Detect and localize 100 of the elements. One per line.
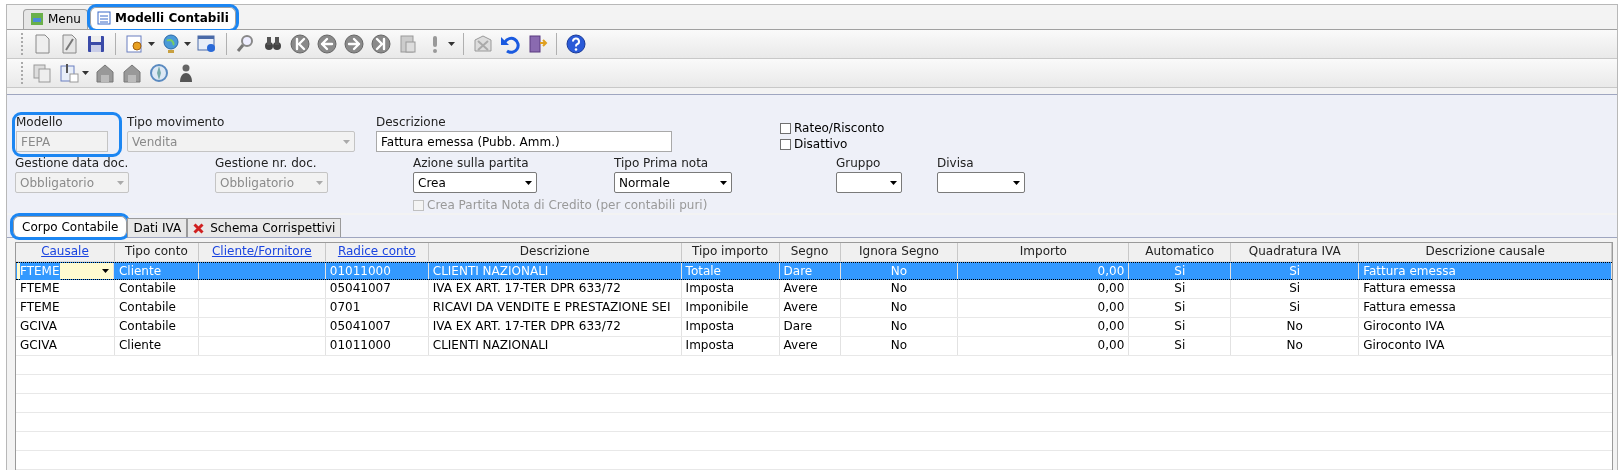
table-cell: 0701 [329,300,361,314]
attachment-icon[interactable] [58,62,80,84]
compass-icon[interactable] [148,62,170,84]
table-cell: 05041007 [329,319,391,333]
column-header[interactable]: Tipo conto [125,244,188,258]
table-cell: Fattura emessa [1363,264,1456,278]
caret-icon[interactable] [525,180,532,185]
table-cell: 05041007 [329,281,391,295]
checkbox-label: Crea Partita Nota di Credito (per contabili puri) [427,197,708,214]
table-cell: Imposta [685,338,735,352]
table-cell: Si [1174,319,1186,333]
dropdown[interactable] [836,172,902,194]
caret-icon[interactable] [1013,180,1020,185]
table-cell: Si [1289,281,1301,295]
dropdown[interactable]: Crea [413,172,537,194]
table-cell: GCIVA [20,319,57,333]
document-tab[interactable]: Menu [23,8,88,29]
table-cell: 0,00 [1097,264,1125,278]
caret-icon[interactable] [890,180,897,185]
first-icon[interactable] [289,32,311,55]
field-label: Divisa [937,156,975,172]
globe-icon[interactable] [160,32,182,55]
table-cell: Si [1174,338,1186,352]
table-cell: Avere [783,338,818,352]
table-cell: Contabile [118,300,176,314]
dropdown[interactable]: Normale [614,172,732,194]
error-icon [193,222,205,234]
table-cell: No [890,300,908,314]
column-header[interactable]: Segno [790,244,829,258]
table-cell: Dare [783,319,813,333]
dropdown[interactable] [937,172,1025,194]
table-cell: 01011000 [329,264,391,278]
table-row[interactable]: GCIVA Contabile 05041007 IVA EX ART. 17-TER DPR 633/72 Imposta Dare No 0,00 Si No Giroconto IVA [16,318,1612,337]
column-header[interactable]: Descrizione [519,244,590,258]
table-cell: FTEME [20,300,60,314]
building-icon[interactable] [94,62,116,84]
table-cell: Giroconto IVA [1363,319,1445,333]
checkbox-label: Disattivo [794,136,848,153]
table-cell: Avere [783,300,818,314]
table-cell: 0,00 [1097,319,1125,333]
table-cell: Si [1289,264,1301,278]
table-cell: 0,00 [1097,338,1125,352]
field-label: Gestione data doc. [15,156,130,172]
table-cell: Totale [685,264,721,278]
table-cell: Si [1289,300,1301,314]
caret-icon[interactable] [148,41,155,46]
section-tab[interactable]: Corpo Contabile [13,216,128,237]
table-cell: IVA EX ART. 17-TER DPR 633/72 [432,319,621,333]
section-tab[interactable]: Dati IVA [127,218,188,237]
table-cell: Contabile [118,281,176,295]
field-label: Azione sulla partita [413,156,530,172]
column-header-link[interactable]: Radice conto [337,244,416,258]
table-cell: Avere [783,281,818,295]
checkbox-label: Rateo/Risconto [794,120,885,137]
caret-icon[interactable] [101,269,109,273]
column-header[interactable]: Tipo importo [692,244,769,258]
table-cell: CLIENTI NAZIONALI [432,264,549,278]
previous-icon[interactable] [316,32,338,55]
field-label: Tipo movimento [127,115,226,131]
table-row[interactable]: GCIVA Cliente 01011000 CLIENTI NAZIONALI Imposta Avere No 0,00 Si No Giroconto IVA [16,337,1612,356]
table-row[interactable]: FTEME Contabile 05041007 IVA EX ART. 17-TER DPR 633/72 Imposta Avere No 0,00 Si Si Fattura emessa [16,280,1612,299]
column-header-link[interactable]: Cliente/Fornitore [211,244,312,258]
column-header[interactable]: Automatico [1145,244,1215,258]
table-cell: No [890,319,908,333]
section-tab[interactable]: Schema Corrispettivi [187,218,342,237]
column-header-link[interactable]: Causale [41,244,89,258]
column-header[interactable]: Ignora Segno [859,244,939,258]
column-header[interactable]: Quadratura IVA [1248,244,1341,258]
table-cell: Fattura emessa [1363,300,1456,314]
table-cell: IVA EX ART. 17-TER DPR 633/72 [432,281,621,295]
checkbox[interactable] [780,122,791,134]
last-icon[interactable] [370,32,392,55]
menu-icon [30,12,44,27]
field-label: Modello [16,115,64,131]
table-cell: Si [1174,300,1186,314]
caret-icon[interactable] [82,71,89,75]
table-cell: Si [1174,281,1186,295]
field-label: Gruppo [836,156,882,172]
table-cell: 01011000 [329,338,391,352]
checkbox[interactable] [780,138,791,150]
table-cell: Fattura emessa [1363,281,1456,295]
table-row[interactable]: FTEME Contabile 0701 RICAVI DA VENDITE E PRESTAZIONE SEI Imponibile Avere No 0,00 Si Si Fattura emessa [16,299,1612,318]
column-header[interactable]: Descrizione causale [1425,244,1545,258]
clipboard-icon[interactable] [397,32,419,55]
column-header[interactable]: Importo [1019,244,1067,258]
caret-icon[interactable] [448,41,455,46]
descrizione-field[interactable]: Fattura emessa (Pubb. Amm.) [376,131,672,153]
table-cell: Giroconto IVA [1363,338,1445,352]
caret-icon[interactable] [720,180,727,185]
caret-icon[interactable] [184,41,191,46]
help-icon[interactable] [565,32,587,55]
table-cell: 0,00 [1097,281,1125,295]
door-icon[interactable] [526,32,548,55]
document-tab[interactable]: Modelli Contabili [89,6,236,29]
building-icon[interactable] [121,62,143,84]
next-icon[interactable] [343,32,365,55]
table-cell: Cliente [118,338,162,352]
table-cell: GCIVA [20,338,57,352]
table-cell: Contabile [118,319,176,333]
table-cell: No [890,281,908,295]
